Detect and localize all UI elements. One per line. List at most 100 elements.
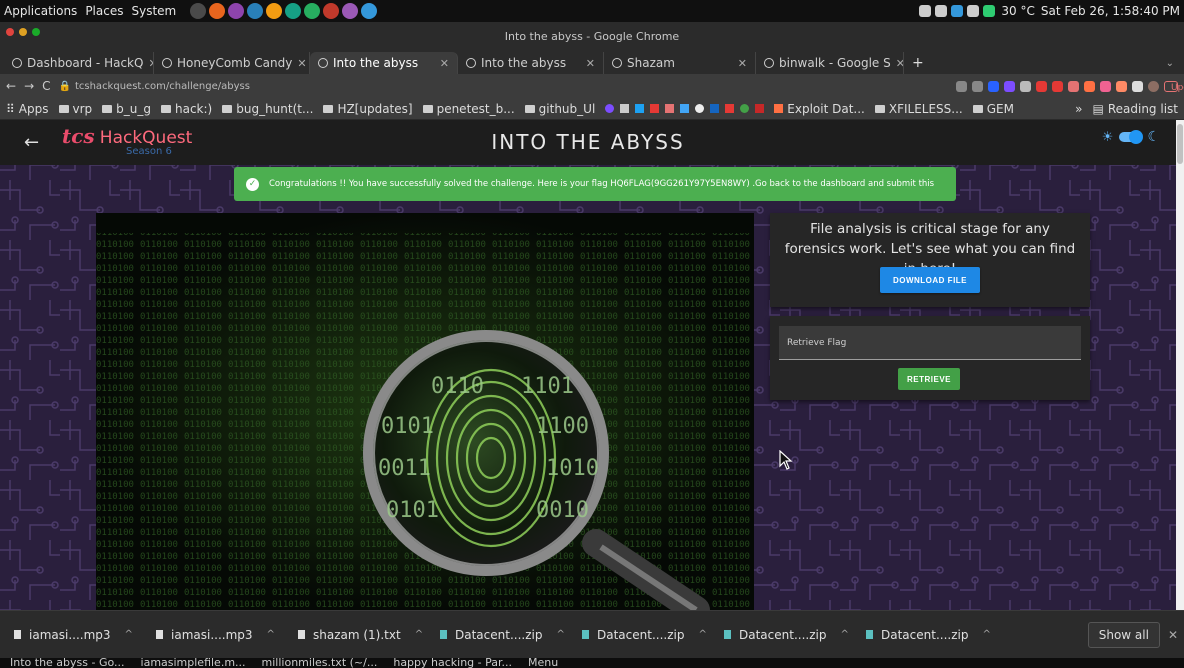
tab-into-the-abyss[interactable]: Into the abyss ✕ — [458, 52, 604, 74]
tab-search-button[interactable]: ⌄ — [1166, 52, 1184, 74]
download-item[interactable]: Datacent....zip ^ — [724, 628, 866, 642]
bookmark-apps[interactable]: ⠿ Apps — [6, 102, 49, 116]
app-icon[interactable] — [951, 5, 964, 17]
bookmark-folder[interactable]: github_Ul — [524, 102, 595, 116]
extension-icon[interactable] — [1100, 80, 1111, 92]
file-icon — [156, 630, 163, 639]
bookmark-folder[interactable]: hack:) — [161, 102, 212, 116]
retrieve-flag-input[interactable] — [779, 326, 1081, 360]
extension-icon[interactable] — [1004, 80, 1015, 92]
toggle-switch[interactable] — [1119, 130, 1144, 144]
download-item[interactable]: Datacent....zip ^ — [582, 628, 724, 642]
download-item[interactable]: iamasi....mp3 ^ — [156, 628, 298, 642]
taskbar-item[interactable]: Into the abyss - Go... — [10, 658, 125, 668]
tab-binwalk[interactable]: binwalk - Google S ✕ — [756, 52, 904, 74]
app-icon[interactable] — [323, 3, 340, 19]
close-tab-icon[interactable]: ✕ — [297, 57, 306, 70]
reading-list[interactable]: ▤ Reading list — [1093, 102, 1179, 116]
download-item[interactable]: Datacent....zip ^ — [866, 628, 1008, 642]
wifi-icon[interactable] — [967, 5, 980, 17]
mouse-cursor-icon — [779, 450, 793, 470]
chevron-up-icon[interactable]: ^ — [840, 629, 848, 640]
extension-icon[interactable] — [1068, 80, 1079, 92]
battery-icon[interactable] — [983, 5, 996, 17]
download-item[interactable]: Datacent....zip ^ — [440, 628, 582, 642]
bookmark-icon — [635, 104, 645, 113]
tab-shazam[interactable]: Shazam ✕ — [604, 52, 756, 74]
close-tab-icon[interactable]: ✕ — [896, 57, 903, 70]
tab-dashboard[interactable]: Dashboard - HackQ✕ — [4, 52, 154, 74]
close-icon[interactable]: ✕ — [1168, 628, 1178, 642]
lens-binary-text: 0101 — [386, 498, 439, 523]
forward-button[interactable]: → — [24, 79, 34, 93]
bookmark-label: Apps — [18, 101, 49, 116]
chevron-up-icon[interactable]: ^ — [267, 629, 275, 640]
volume-icon[interactable] — [935, 5, 948, 17]
bookmark-folder[interactable]: GEM — [972, 102, 1014, 116]
menu-places[interactable]: Places — [85, 4, 123, 18]
download-item[interactable]: shazam (1).txt ^ — [298, 628, 440, 642]
bookmark-exploit-db[interactable]: Exploit Dat... — [774, 102, 865, 116]
app-icon[interactable] — [285, 3, 302, 19]
download-file-button[interactable]: DOWNLOAD FILE — [880, 267, 980, 293]
more-bookmarks-button[interactable]: » — [1075, 102, 1082, 116]
globe-icon — [612, 58, 622, 68]
app-icon[interactable] — [342, 3, 359, 19]
page-scrollbar[interactable] — [1176, 120, 1184, 610]
chevron-up-icon[interactable]: ^ — [415, 629, 423, 640]
settings-icon[interactable] — [919, 5, 932, 17]
chevron-up-icon[interactable]: ^ — [698, 629, 706, 640]
app-icon[interactable] — [266, 3, 283, 19]
address-bar[interactable]: 🔒 tcshackquest.com/challenge/abyss — [59, 81, 250, 92]
back-button[interactable]: ← — [6, 79, 16, 93]
chevron-up-icon[interactable]: ^ — [125, 629, 133, 640]
extension-icon[interactable] — [1052, 80, 1063, 92]
tab-honeycomb[interactable]: HoneyComb Candy ✕ — [154, 52, 310, 74]
menu-system[interactable]: System — [131, 4, 176, 18]
taskbar-item[interactable]: happy hacking - Par... — [393, 658, 512, 668]
scrollbar-thumb[interactable] — [1177, 124, 1183, 164]
update-button[interactable]: Update — [1164, 80, 1184, 93]
app-icon[interactable] — [247, 3, 264, 19]
bookmark-folder[interactable]: XFILELESS... — [874, 102, 963, 116]
puzzle-icon[interactable] — [1132, 80, 1143, 92]
avatar[interactable] — [1148, 80, 1159, 92]
tab-label: Into the abyss — [333, 56, 419, 70]
star-icon[interactable] — [972, 80, 983, 92]
bookmark-folder[interactable]: HZ[updates] — [323, 102, 413, 116]
chevron-up-icon[interactable]: ^ — [982, 629, 990, 640]
extension-icon[interactable] — [1036, 80, 1047, 92]
share-icon[interactable] — [956, 80, 967, 92]
extension-icon[interactable] — [1116, 80, 1127, 92]
close-tab-icon[interactable]: ✕ — [440, 57, 449, 70]
bookmark-folder[interactable]: vrp — [58, 102, 92, 116]
app-icon[interactable] — [228, 3, 245, 19]
close-tab-icon[interactable]: ✕ — [738, 57, 747, 70]
theme-toggle[interactable]: ☀ ☾ — [1102, 129, 1160, 145]
firefox-icon[interactable] — [209, 3, 226, 19]
bookmark-icons[interactable] — [605, 104, 765, 113]
extension-icon[interactable] — [1084, 80, 1095, 92]
extension-icon[interactable] — [988, 80, 999, 92]
retrieve-button[interactable]: RETRIEVE — [898, 368, 960, 390]
tab-into-the-abyss-active[interactable]: Into the abyss ✕ — [310, 52, 458, 74]
taskbar-item[interactable]: millionmiles.txt (~/... — [262, 658, 378, 668]
close-tab-icon[interactable]: ✕ — [586, 57, 595, 70]
extension-icon[interactable] — [1020, 80, 1031, 92]
taskbar-item[interactable]: iamasimplefile.m... — [141, 658, 246, 668]
bookmark-folder[interactable]: penetest_b... — [422, 102, 515, 116]
chevron-up-icon[interactable]: ^ — [556, 629, 564, 640]
download-item[interactable]: iamasi....mp3 ^ — [14, 628, 156, 642]
show-all-downloads-button[interactable]: Show all — [1087, 621, 1160, 648]
bookmark-folder[interactable]: b_u_g — [102, 102, 151, 116]
app-icon[interactable] — [361, 3, 378, 19]
new-tab-button[interactable]: + — [904, 52, 932, 74]
bookmark-icon — [620, 104, 630, 113]
menu-applications[interactable]: Applications — [4, 4, 77, 18]
folder-icon — [161, 104, 171, 113]
bookmark-folder[interactable]: bug_hunt(t... — [222, 102, 313, 116]
reload-button[interactable]: C — [42, 79, 50, 93]
taskbar-item[interactable]: Menu — [528, 658, 558, 668]
chrome-icon[interactable] — [304, 3, 321, 19]
terminal-icon[interactable] — [190, 3, 207, 19]
